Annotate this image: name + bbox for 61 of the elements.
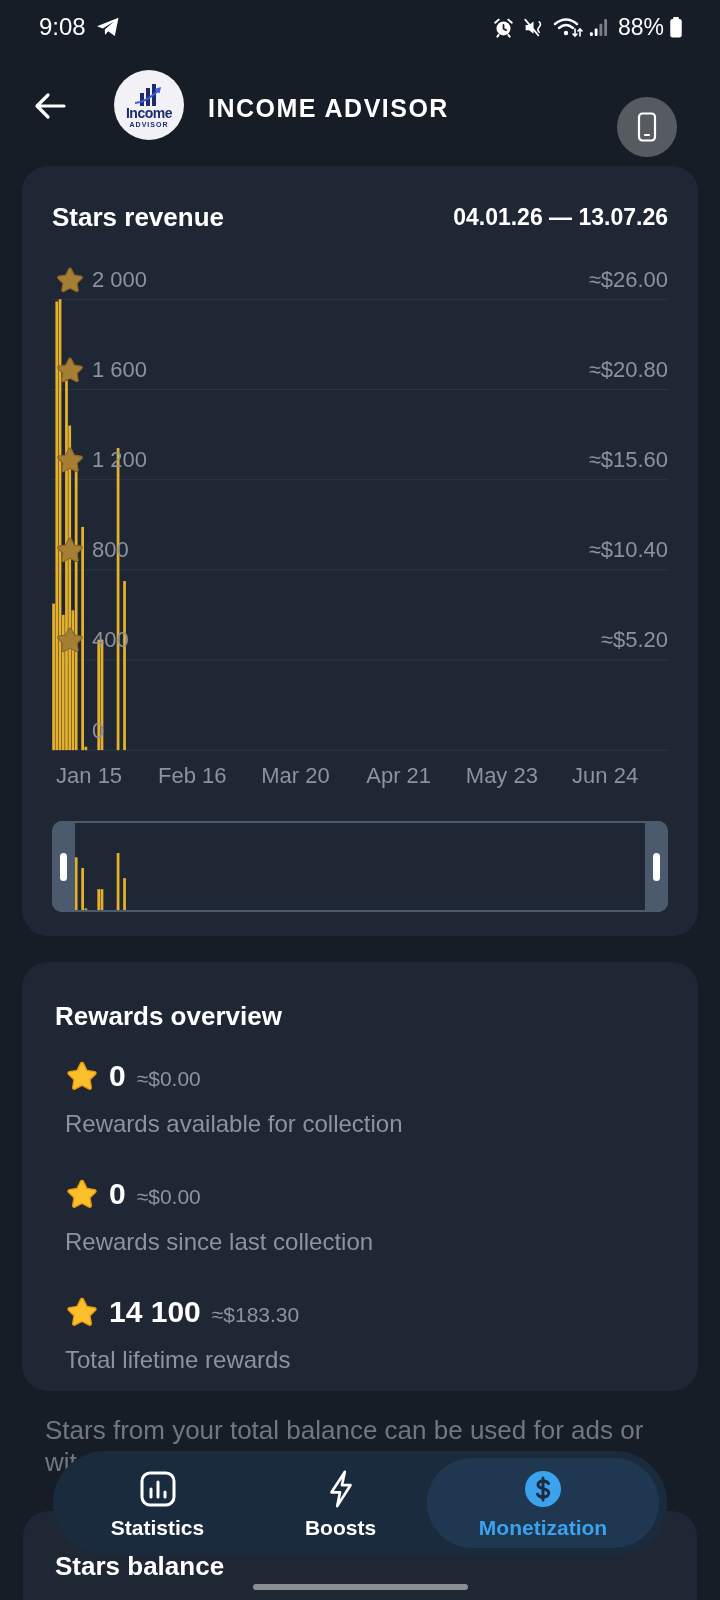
reward-amount: 0 — [109, 1179, 126, 1209]
x-axis-label: Apr 21 — [366, 762, 432, 789]
x-axis-label: Feb 16 — [158, 762, 227, 789]
card-title: Stars balance — [55, 1553, 226, 1579]
reward-label: Rewards available for collection — [65, 1109, 404, 1139]
x-axis-label: Jan 15 — [56, 762, 123, 789]
nav-tab[interactable]: Boosts — [254, 1458, 427, 1548]
card-title: Stars revenue — [52, 201, 224, 233]
x-axis-label: Jun 24 — [572, 762, 639, 789]
reward-amount: 0 — [109, 1061, 126, 1091]
battery-icon — [669, 16, 683, 38]
star-icon — [66, 1060, 98, 1092]
mute-icon — [522, 16, 544, 38]
date-range: 04.01.26 — 13.07.26 — [453, 203, 668, 232]
y-axis-label: 0 — [92, 717, 105, 744]
star-icon — [56, 446, 84, 475]
usd-axis-label: ≈$5.20 — [600, 627, 668, 654]
star-icon — [56, 265, 84, 294]
y-axis-label: 1 600 — [92, 356, 148, 383]
star-icon — [56, 536, 84, 565]
arrow-left-icon — [34, 92, 66, 120]
x-axis-label: Mar 20 — [261, 762, 330, 789]
y-axis-label: 2 000 — [92, 266, 148, 293]
reward-usd: ≈$0.00 — [136, 1186, 201, 1207]
reward-usd: ≈$0.00 — [136, 1068, 201, 1089]
reward-label: Total lifetime rewards — [65, 1345, 292, 1375]
signal-icon — [588, 17, 608, 37]
device-button[interactable] — [617, 97, 677, 157]
battery-level: 88% — [617, 15, 664, 39]
paper-plane-icon — [95, 17, 120, 37]
preview-bar — [75, 857, 78, 910]
preview-bar — [123, 878, 126, 910]
grip-icon — [653, 852, 660, 881]
status-time: 9:08 — [39, 15, 86, 39]
channel-title: INCOME ADVISOR — [208, 93, 449, 123]
star-icon — [66, 1296, 98, 1328]
dollar-icon — [524, 1470, 562, 1508]
preview-bar — [116, 853, 120, 910]
star-icon — [56, 355, 84, 384]
nav-tab[interactable]: Monetization — [427, 1458, 659, 1548]
logo-title: Income — [126, 105, 172, 121]
bar-chart-icon — [138, 1470, 177, 1508]
range-handle[interactable] — [645, 821, 668, 912]
grip-icon — [60, 852, 67, 881]
x-axis-label: May 23 — [465, 762, 538, 789]
wifi-icon — [552, 16, 583, 38]
reward-amount: 14 100 — [109, 1297, 201, 1327]
back-button[interactable] — [34, 92, 66, 120]
phone-icon — [637, 112, 657, 142]
usd-axis-label: ≈$15.60 — [588, 447, 668, 474]
usd-axis-label: ≈$10.40 — [588, 537, 668, 564]
reward-usd: ≈$183.30 — [211, 1304, 300, 1325]
star-icon — [56, 626, 84, 655]
reward-label: Rewards since last collection — [65, 1227, 375, 1257]
range-handle[interactable] — [52, 821, 75, 912]
star-icon — [66, 1178, 98, 1210]
card-title: Rewards overview — [55, 1000, 283, 1032]
usd-axis-label: ≈$20.80 — [588, 356, 668, 383]
alarm-icon — [492, 16, 514, 38]
usd-axis-label: ≈$26.00 — [588, 266, 668, 293]
bar-chart-logo-icon — [134, 81, 164, 106]
